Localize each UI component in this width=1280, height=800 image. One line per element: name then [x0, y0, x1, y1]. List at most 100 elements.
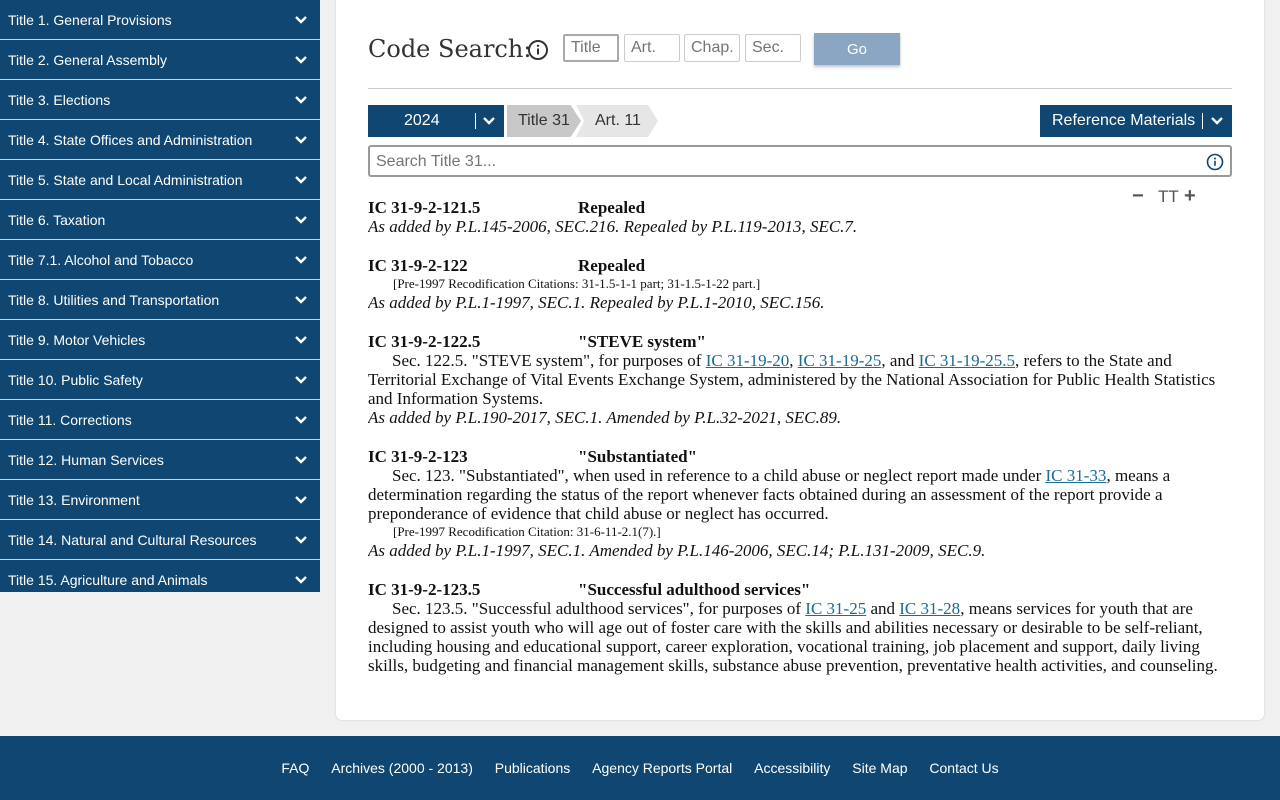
section-name: "STEVE system"	[578, 332, 706, 351]
section-field[interactable]	[745, 34, 801, 62]
article-field[interactable]	[624, 34, 680, 62]
body-text: Sec. 122.5. "STEVE system", for purposes…	[392, 351, 706, 370]
section-entry: IC 31-9-2-121.5 Repealed As added by P.L.…	[368, 198, 1234, 236]
year-select[interactable]: 2024	[368, 105, 504, 137]
footer-links: FAQ Archives (2000 - 2013) Publications …	[0, 760, 1280, 776]
divider	[368, 88, 1232, 89]
footer-link-contact[interactable]: Contact Us	[929, 760, 998, 776]
sidebar-item-title-6[interactable]: Title 6. Taxation	[0, 200, 320, 240]
sidebar-item-title-3[interactable]: Title 3. Elections	[0, 80, 320, 120]
sidebar-item-label: Title 12. Human Services	[8, 452, 164, 468]
code-search-row: Code Search: Go	[368, 32, 1248, 66]
section-history: As added by P.L.145-2006, SEC.216. Repea…	[368, 217, 858, 236]
section-history: As added by P.L.1-1997, SEC.1. Repealed …	[368, 293, 825, 312]
footer-link-site-map[interactable]: Site Map	[852, 760, 907, 776]
year-value: 2024	[404, 112, 440, 129]
body-text: Sec. 123.5. "Successful adulthood servic…	[392, 599, 806, 618]
chevron-down-icon	[294, 373, 308, 387]
sidebar-item-title-1[interactable]: Title 1. General Provisions	[0, 0, 320, 40]
go-button[interactable]: Go	[814, 33, 900, 65]
chapter-field[interactable]	[684, 34, 740, 62]
sidebar-item-label: Title 14. Natural and Cultural Resources	[8, 532, 257, 548]
info-icon[interactable]	[527, 39, 549, 61]
section-number: IC 31-9-2-123	[368, 447, 468, 466]
chevron-down-icon	[294, 493, 308, 507]
breadcrumb-article[interactable]: Art. 11	[576, 105, 658, 137]
sidebar-item-title-5[interactable]: Title 5. State and Local Administration	[0, 160, 320, 200]
sidebar-item-title-8[interactable]: Title 8. Utilities and Transportation	[0, 280, 320, 320]
section-number: IC 31-9-2-122.5	[368, 332, 481, 351]
body-text: , and	[881, 351, 919, 370]
breadcrumb-title[interactable]: Title 31	[507, 105, 581, 137]
section-number: IC 31-9-2-123.5	[368, 580, 481, 599]
section-entry: IC 31-9-2-122 Repealed [Pre-1997 Recodifi…	[368, 256, 1234, 312]
section-number: IC 31-9-2-122	[368, 256, 468, 275]
chevron-down-icon	[294, 133, 308, 147]
chevron-down-icon	[294, 413, 308, 427]
sidebar-item-title-12[interactable]: Title 12. Human Services	[0, 440, 320, 480]
sidebar-item-title-7-1[interactable]: Title 7.1. Alcohol and Tobacco	[0, 240, 320, 280]
section-name: Repealed	[578, 256, 646, 275]
sidebar-item-label: Title 13. Environment	[8, 492, 140, 508]
sidebar-item-label: Title 11. Corrections	[8, 412, 132, 428]
section-entry: IC 31-9-2-123.5 "Successful adulthood ser…	[368, 580, 1234, 675]
sidebar-item-label: Title 10. Public Safety	[8, 372, 143, 388]
sidebar-item-title-10[interactable]: Title 10. Public Safety	[0, 360, 320, 400]
chevron-down-icon	[294, 453, 308, 467]
chevron-down-icon	[294, 93, 308, 107]
chevron-down-icon	[294, 173, 308, 187]
sidebar-item-label: Title 1. General Provisions	[8, 12, 172, 28]
footer-link-agency-reports[interactable]: Agency Reports Portal	[592, 760, 732, 776]
statute-content: IC 31-9-2-121.5 Repealed As added by P.L.…	[368, 198, 1234, 686]
citation-link[interactable]: IC 31-33	[1046, 466, 1107, 485]
sidebar-item-title-4[interactable]: Title 4. State Offices and Administratio…	[0, 120, 320, 160]
section-entry: IC 31-9-2-123 "Substantiated" Sec. 123. "…	[368, 447, 1234, 560]
section-body: Sec. 123. "Substantiated", when used in …	[368, 466, 1234, 523]
section-name: "Successful adulthood services"	[578, 580, 811, 599]
citation-link[interactable]: IC 31-19-25	[798, 351, 882, 370]
sidebar-item-label: Title 7.1. Alcohol and Tobacco	[8, 252, 194, 268]
sidebar-item-title-9[interactable]: Title 9. Motor Vehicles	[0, 320, 320, 360]
breadcrumb-title-label: Title 31	[518, 112, 570, 129]
footer-link-publications[interactable]: Publications	[495, 760, 571, 776]
info-icon[interactable]	[1206, 153, 1224, 171]
sidebar-item-title-15[interactable]: Title 15. Agriculture and Animals	[0, 560, 320, 592]
chevron-down-icon	[294, 253, 308, 267]
footer-link-accessibility[interactable]: Accessibility	[754, 760, 830, 776]
chevron-down-icon	[294, 53, 308, 67]
sidebar-item-label: Title 4. State Offices and Administratio…	[8, 132, 253, 148]
reference-materials-button[interactable]: Reference Materials	[1040, 105, 1232, 137]
title-field[interactable]	[563, 34, 619, 62]
section-history: As added by P.L.1-1997, SEC.1. Amended b…	[368, 541, 986, 560]
title-search-box	[368, 145, 1232, 177]
sidebar-item-title-11[interactable]: Title 11. Corrections	[0, 400, 320, 440]
section-body: Sec. 123.5. "Successful adulthood servic…	[368, 599, 1234, 675]
body-text: and	[866, 599, 900, 618]
title-search-input[interactable]	[374, 151, 1198, 173]
sidebar-item-label: Title 15. Agriculture and Animals	[8, 572, 208, 588]
section-entry: IC 31-9-2-122.5 "STEVE system" Sec. 122.5…	[368, 332, 1234, 427]
chevron-down-icon	[294, 213, 308, 227]
main-panel: Code Search: Go 2024 Title 31 Art. 11 Re…	[336, 0, 1264, 720]
divider	[1202, 113, 1203, 129]
sidebar-item-title-14[interactable]: Title 14. Natural and Cultural Resources	[0, 520, 320, 560]
citation-link[interactable]: IC 31-28	[899, 599, 960, 618]
sidebar-item-label: Title 6. Taxation	[8, 212, 106, 228]
sidebar-item-title-2[interactable]: Title 2. General Assembly	[0, 40, 320, 80]
sidebar-item-label: Title 9. Motor Vehicles	[8, 332, 146, 348]
citation-link[interactable]: IC 31-19-25.5	[919, 351, 1015, 370]
reference-materials-label: Reference Materials	[1052, 112, 1196, 129]
chevron-down-icon	[1210, 114, 1224, 133]
sidebar-item-title-13[interactable]: Title 13. Environment	[0, 480, 320, 520]
sidebar-item-label: Title 3. Elections	[8, 92, 111, 108]
citation-link[interactable]: IC 31-19-20	[706, 351, 790, 370]
section-history: As added by P.L.190-2017, SEC.1. Amended…	[368, 408, 842, 427]
footer-link-archives[interactable]: Archives (2000 - 2013)	[331, 760, 473, 776]
footer-link-faq[interactable]: FAQ	[281, 760, 309, 776]
sidebar-item-label: Title 5. State and Local Administration	[8, 172, 243, 188]
body-text: ,	[789, 351, 798, 370]
sidebar-item-label: Title 8. Utilities and Transportation	[8, 292, 220, 308]
code-search-title: Code Search:	[368, 35, 532, 63]
citation-link[interactable]: IC 31-25	[805, 599, 866, 618]
section-number: IC 31-9-2-121.5	[368, 198, 481, 217]
